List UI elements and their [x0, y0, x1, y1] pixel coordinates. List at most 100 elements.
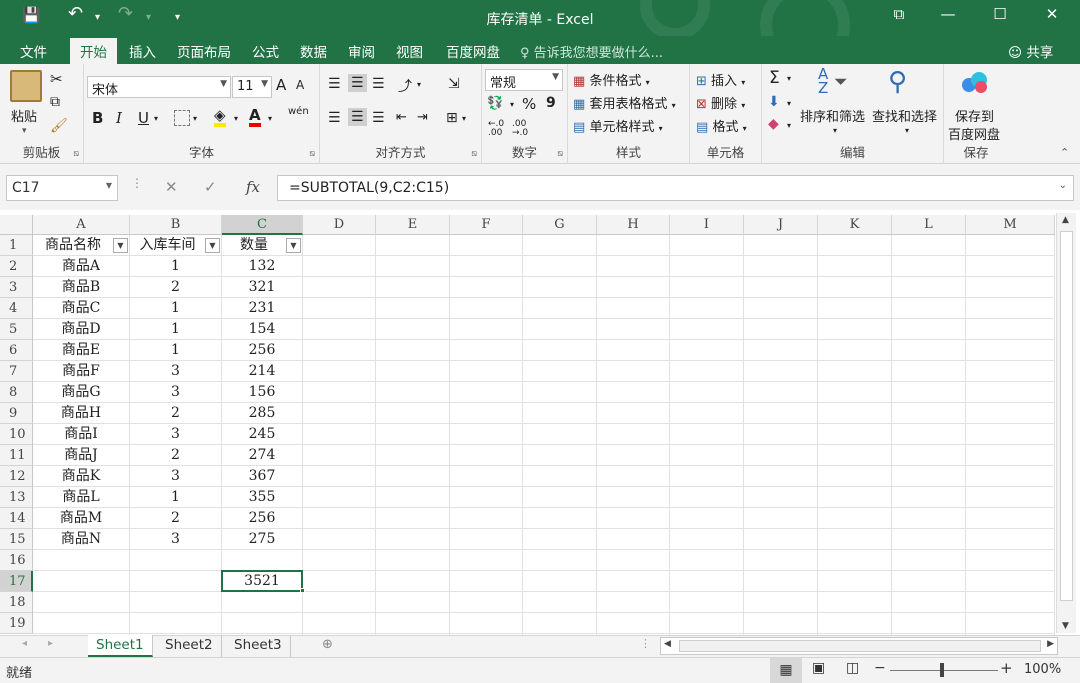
table-cell[interactable]: 1	[130, 256, 221, 276]
table-cell[interactable]: 商品K	[33, 466, 129, 486]
table-cell[interactable]: 285	[222, 403, 302, 423]
row-header-9[interactable]: 9	[0, 403, 33, 424]
table-cell[interactable]: 1	[130, 298, 221, 318]
tab-insert[interactable]: 插入	[129, 41, 156, 61]
fill-handle[interactable]	[300, 588, 305, 593]
maximize-button[interactable]: ☐	[980, 5, 1020, 23]
filter-dropdown-icon[interactable]: ▼	[286, 238, 301, 253]
next-sheet-icon[interactable]: ▸	[48, 638, 53, 649]
cancel-icon[interactable]: ✕	[165, 178, 178, 196]
bottom-align-icon[interactable]: ☰	[372, 76, 385, 92]
row-header-15[interactable]: 15	[0, 529, 33, 550]
zoom-slider[interactable]	[890, 663, 998, 677]
clear-dropdown-icon[interactable]: ▾	[787, 121, 791, 130]
vertical-scrollbar[interactable]: ▲ ▼	[1056, 213, 1076, 633]
row-header-1[interactable]: 1	[0, 235, 33, 256]
page-layout-view-icon[interactable]: ▣	[812, 660, 825, 676]
tab-file[interactable]: 文件	[20, 41, 47, 61]
table-cell[interactable]: 商品E	[33, 340, 129, 360]
wrap-text-icon[interactable]: ⇲	[448, 76, 460, 92]
font-launcher-icon[interactable]: ⧅	[309, 149, 315, 159]
row-header-6[interactable]: 6	[0, 340, 33, 361]
table-cell[interactable]: 3	[130, 361, 221, 381]
align-left-icon[interactable]: ☰	[328, 110, 341, 126]
table-cell[interactable]: 商品C	[33, 298, 129, 318]
table-cell[interactable]: 154	[222, 319, 302, 339]
scroll-left-icon[interactable]: ◀	[664, 639, 671, 649]
add-sheet-icon[interactable]: ⊕	[322, 637, 333, 652]
worksheet-grid[interactable]: A B C D E F G H I J K L M 1 2 3 4 5 6 7 8 9 10 11 12 13 14 15 16 17 18…	[0, 210, 1080, 635]
clipboard-launcher-icon[interactable]: ⧅	[73, 149, 79, 159]
table-cell[interactable]: 商品N	[33, 529, 129, 549]
orientation-dropdown-icon[interactable]: ▾	[417, 80, 421, 89]
enter-icon[interactable]: ✓	[204, 178, 217, 196]
scroll-down-icon[interactable]: ▼	[1062, 621, 1069, 631]
table-cell[interactable]: 商品J	[33, 445, 129, 465]
number-format-dropdown[interactable]: 常规 ▼	[485, 69, 563, 91]
minimize-button[interactable]: —	[928, 5, 968, 23]
horizontal-scroll-thumb[interactable]	[679, 640, 1041, 652]
sort-dropdown-icon[interactable]: ▾	[833, 126, 837, 135]
table-cell[interactable]: 275	[222, 529, 302, 549]
clear-icon[interactable]: ◆	[768, 116, 779, 132]
row-header-16[interactable]: 16	[0, 550, 33, 571]
italic-button[interactable]: I	[116, 109, 122, 127]
table-cell[interactable]: 商品D	[33, 319, 129, 339]
format-as-table-button[interactable]: ▦ 套用表格格式 ▾	[573, 93, 676, 112]
table-cell[interactable]: 1	[130, 319, 221, 339]
font-color-icon[interactable]: A	[249, 107, 261, 127]
find-dropdown-icon[interactable]: ▾	[905, 126, 909, 135]
sort-filter-icon[interactable]: AZ	[818, 67, 828, 96]
filter-dropdown-icon[interactable]: ▼	[205, 238, 220, 253]
table-cell[interactable]: 2	[130, 403, 221, 423]
column-header-a[interactable]: A	[33, 215, 130, 235]
zoom-in-icon[interactable]: +	[1000, 659, 1013, 677]
table-cell[interactable]: 商品A	[33, 256, 129, 276]
table-cell[interactable]: 1	[130, 340, 221, 360]
baidu-cloud-icon[interactable]	[960, 70, 990, 96]
row-header-13[interactable]: 13	[0, 487, 33, 508]
font-color-dropdown-icon[interactable]: ▾	[268, 114, 272, 123]
row-header-5[interactable]: 5	[0, 319, 33, 340]
row-header-14[interactable]: 14	[0, 508, 33, 529]
table-cell[interactable]: 商品G	[33, 382, 129, 402]
increase-decimal-icon[interactable]: ←.0.00	[488, 120, 504, 138]
table-cell[interactable]: 355	[222, 487, 302, 507]
table-cell[interactable]: 商品B	[33, 277, 129, 297]
table-cell[interactable]: 231	[222, 298, 302, 318]
borders-icon[interactable]	[174, 110, 190, 126]
baidu-netdisk-label[interactable]: 百度网盘	[948, 124, 1000, 143]
font-name-dropdown[interactable]: 宋体 ▼	[87, 76, 231, 98]
cut-icon[interactable]: ✂	[50, 70, 63, 88]
bold-button[interactable]: B	[92, 109, 103, 127]
table-cell[interactable]: 3	[130, 382, 221, 402]
table-cell[interactable]: 商品M	[33, 508, 129, 528]
table-cell[interactable]: 274	[222, 445, 302, 465]
normal-view-icon[interactable]: ▦	[770, 658, 802, 683]
expand-formula-icon[interactable]: ⌄	[1059, 180, 1067, 191]
scroll-right-icon[interactable]: ▶	[1047, 639, 1054, 649]
formula-input[interactable]: =SUBTOTAL(9,C2:C15) ⌄	[277, 175, 1074, 201]
orientation-icon[interactable]: ⤴	[398, 76, 412, 96]
accounting-format-icon[interactable]: 💱	[487, 96, 503, 111]
table-cell[interactable]: 2	[130, 445, 221, 465]
align-right-icon[interactable]: ☰	[372, 110, 385, 126]
column-header-k[interactable]: K	[818, 215, 892, 235]
tab-review[interactable]: 审阅	[348, 41, 375, 61]
tab-home[interactable]: 开始	[70, 38, 117, 64]
row-header-8[interactable]: 8	[0, 382, 33, 403]
paste-button[interactable]: 粘贴	[11, 106, 37, 125]
column-header-j[interactable]: J	[744, 215, 818, 235]
horizontal-scrollbar[interactable]: ◀ ▶	[660, 637, 1058, 655]
row-header-19[interactable]: 19	[0, 613, 33, 634]
percent-style-button[interactable]: %	[522, 95, 536, 113]
find-select-button[interactable]: 查找和选择	[872, 106, 937, 125]
column-header-e[interactable]: E	[376, 215, 450, 235]
filter-dropdown-icon[interactable]: ▼	[113, 238, 128, 253]
sort-filter-button[interactable]: 排序和筛选	[800, 106, 865, 125]
fill-color-icon[interactable]: ◈	[214, 107, 226, 127]
row-header-7[interactable]: 7	[0, 361, 33, 382]
split-handle-icon[interactable]: ⋮	[640, 637, 651, 650]
save-to-label[interactable]: 保存到	[955, 106, 994, 125]
underline-dropdown-icon[interactable]: ▾	[154, 114, 158, 123]
